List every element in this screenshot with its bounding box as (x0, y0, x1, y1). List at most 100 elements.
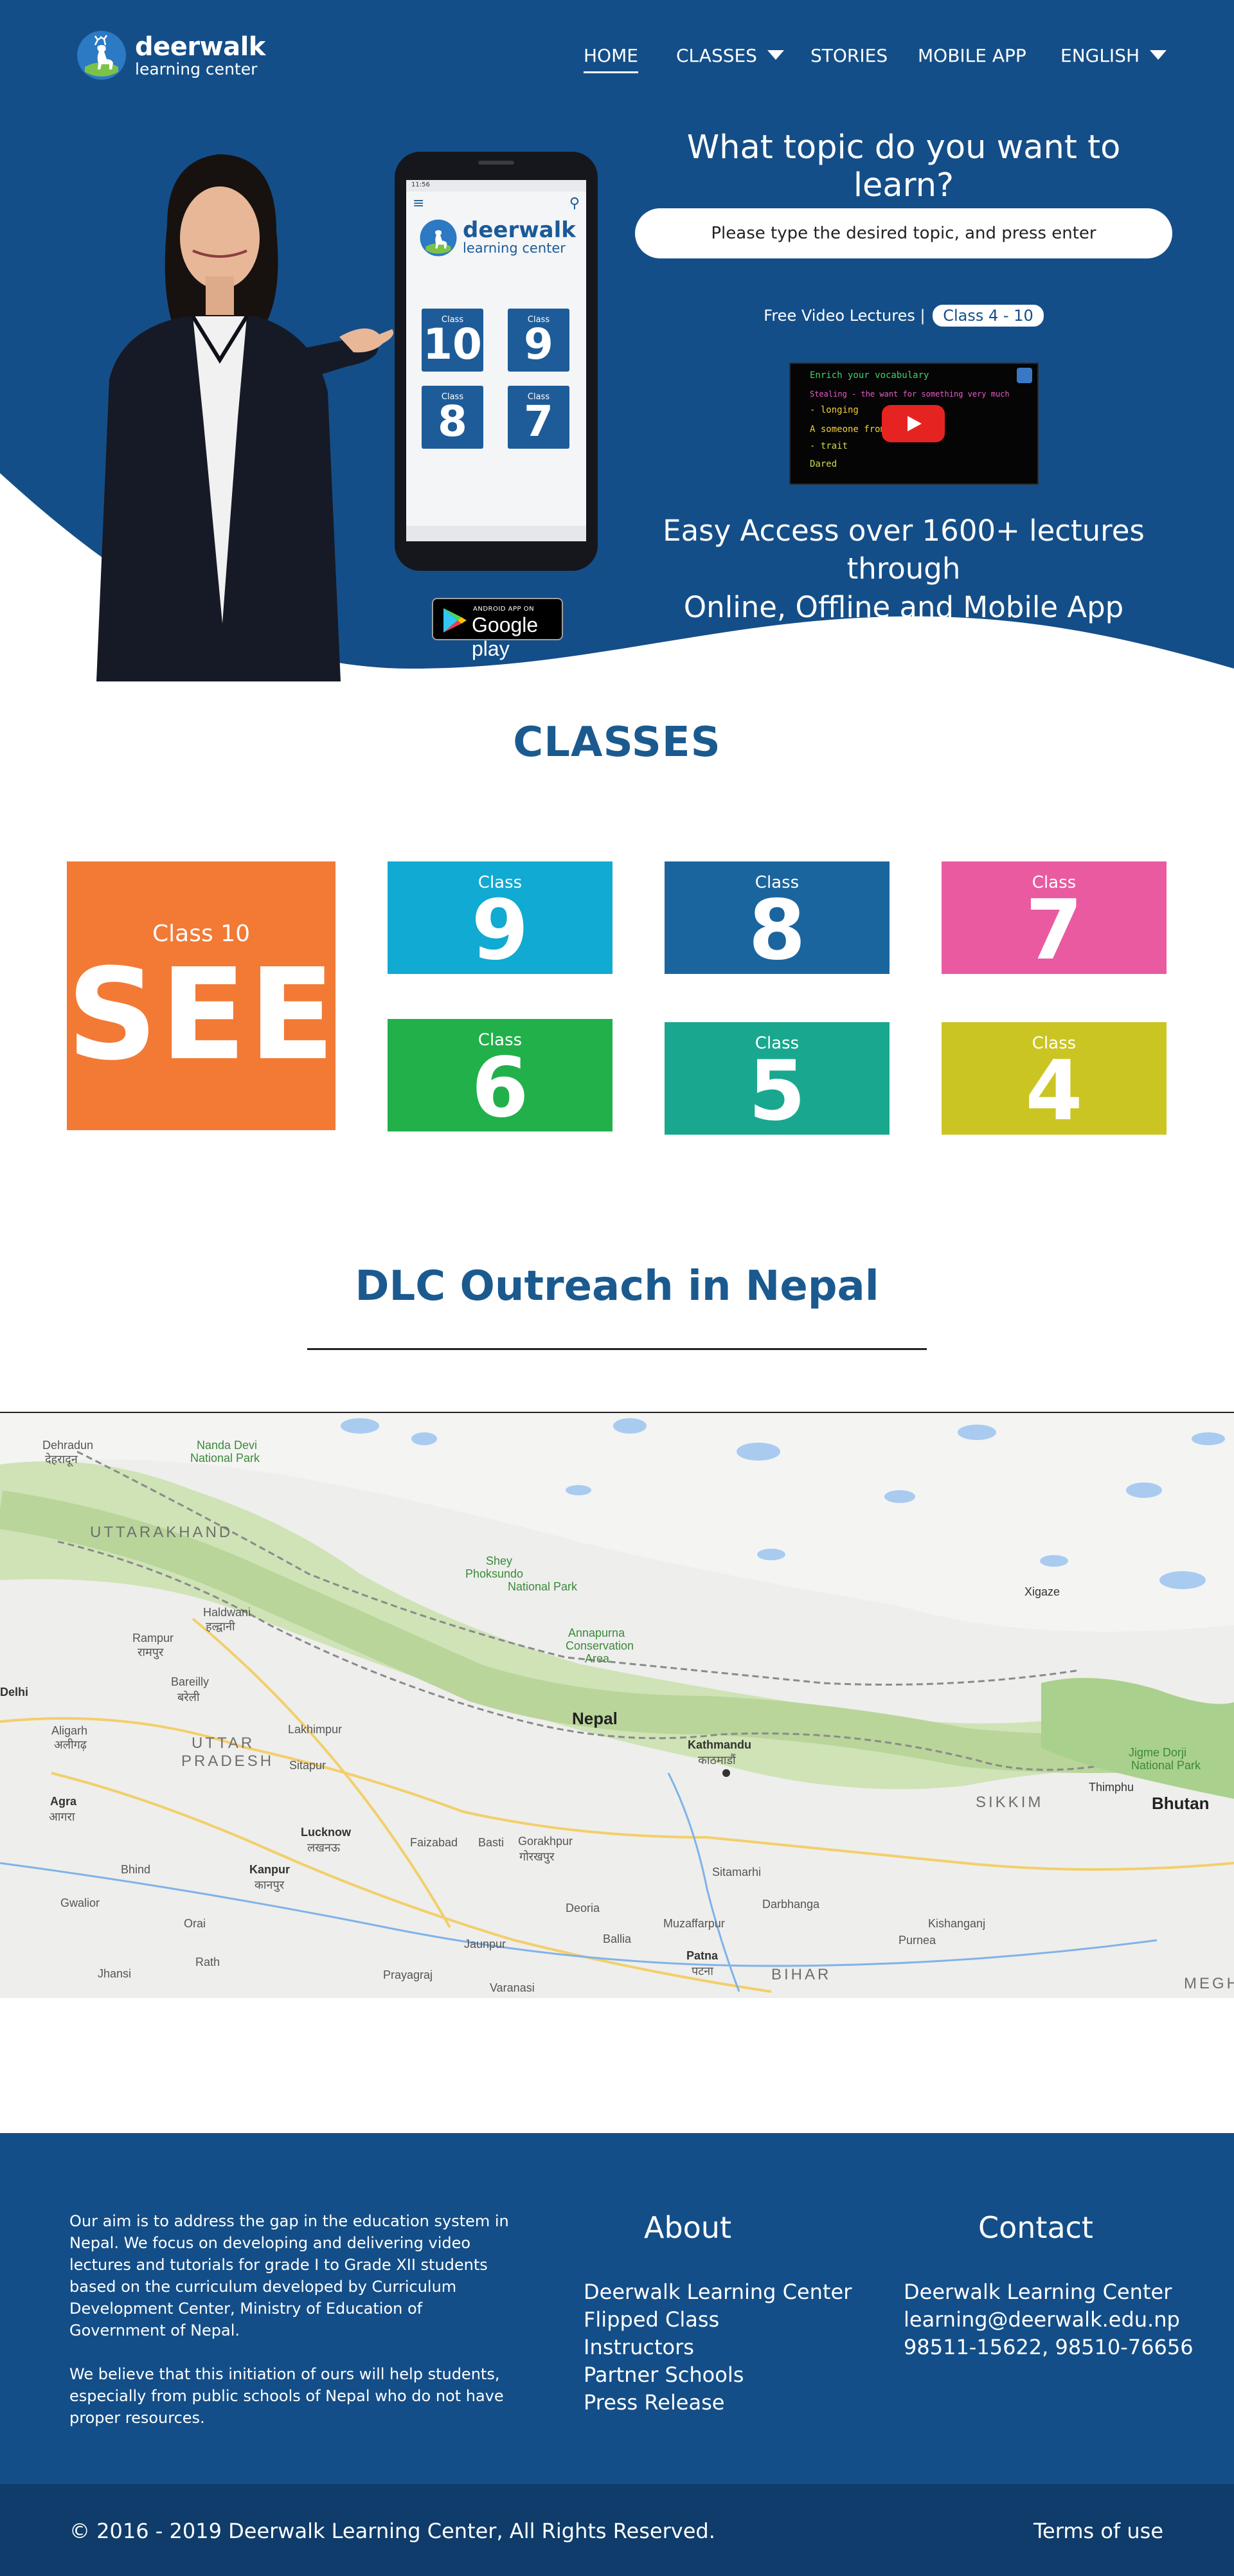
map-label-bihar: BIHAR (771, 1966, 832, 1983)
map-label-bareilly-native: बरेली (177, 1691, 200, 1704)
map-label-annapurna-conservation: Conservation (566, 1639, 634, 1652)
class-tile-5[interactable]: Class 5 (665, 1022, 890, 1135)
footer-mission: Our aim is to address the gap in the edu… (69, 2210, 519, 2429)
map-label-ballia: Ballia (603, 1932, 632, 1945)
phone-mockup: 11:56 ≡ ⚲ deerwalk learning center Class… (395, 152, 598, 571)
site-footer: Our aim is to address the gap in the edu… (0, 2133, 1234, 2484)
map-label-muzaffarpur: Muzaffarpur (663, 1917, 725, 1930)
class-tile-see-text: SEE (67, 942, 337, 1088)
map-label-kathmandu-native: काठमाडौं (698, 1754, 736, 1767)
map-label-basti: Basti (478, 1836, 505, 1849)
hero-tagline-line2: Online, Offline and Mobile App (683, 590, 1124, 624)
outreach-map[interactable]: Nepal Kathmandu काठमाडौं Bhutan SIKKIM B… (0, 1412, 1234, 1998)
class-tile-see[interactable]: Class 10 SEE (67, 861, 335, 1130)
hero-tagline: Easy Access over 1600+ lectures through … (635, 512, 1172, 626)
map-label-aligarh-native: अलीगढ़ (54, 1738, 87, 1751)
nav-stories-label: STORIES (810, 45, 888, 66)
map-label-aligarh: Aligarh (51, 1724, 88, 1737)
topic-search-input[interactable] (635, 208, 1172, 258)
footer-contact-details: Deerwalk Learning Center learning@deerwa… (904, 2278, 1194, 2361)
map-label-annapurna: Annapurna (568, 1626, 625, 1639)
hero-section: deerwalk learning center HOME CLASSES ST… (0, 0, 1234, 681)
nav-home[interactable]: HOME (584, 45, 638, 73)
map-label-orai: Orai (184, 1917, 206, 1930)
class-tile-7[interactable]: Class 7 (942, 861, 1167, 974)
google-play-icon (443, 608, 467, 633)
phone-status-bar: 11:56 (406, 180, 586, 192)
map-label-bareilly: Bareilly (171, 1675, 210, 1688)
map-label-uttarakhand: UTTARAKHAND (90, 1524, 233, 1541)
phone-class-tile: Class 8 (422, 386, 483, 449)
footer-link-dlc[interactable]: Deerwalk Learning Center (584, 2278, 852, 2306)
class-tile-8[interactable]: Class 8 (665, 861, 890, 974)
store-badge-name: Google play (472, 613, 539, 660)
class-tile-label: Class 10 (152, 921, 250, 947)
heading-divider (307, 1348, 927, 1350)
map-terrain (0, 1413, 1234, 1998)
nav-stories[interactable]: STORIES (810, 45, 888, 66)
footer-about-links: Deerwalk Learning Center Flipped Class I… (584, 2278, 852, 2417)
map-label-agra: Agra (50, 1795, 77, 1808)
map-label-kishanganj: Kishanganj (928, 1917, 986, 1930)
phone-class-tile: Class 10 (422, 309, 483, 372)
phone-tile-number: 8 (438, 397, 467, 446)
map-label-lucknow: Lucknow (301, 1826, 352, 1839)
map-label-bhind: Bhind (121, 1863, 151, 1876)
video-text-line: Stealing - the want for something very m… (810, 390, 1010, 399)
phone-class-tile: Class 9 (508, 309, 569, 372)
map-label-shey: Shey (486, 1554, 513, 1567)
google-play-badge[interactable]: ANDROID APP ON Google play (432, 598, 563, 660)
class-tile-9[interactable]: Class 9 (388, 861, 613, 974)
store-badge-caption: ANDROID APP ON (473, 606, 535, 613)
phone-tile-number: 10 (423, 320, 482, 369)
contact-email[interactable]: learning@deerwalk.edu.np (904, 2306, 1194, 2334)
class-tile-number: 7 (1025, 883, 1083, 978)
footer-link-instructors[interactable]: Instructors (584, 2334, 852, 2361)
video-text-line: - trait (810, 441, 848, 451)
copyright-bar: © 2016 - 2019 Deerwalk Learning Center, … (0, 2484, 1234, 2576)
footer-link-press-release[interactable]: Press Release (584, 2389, 852, 2417)
class-tile-4[interactable]: Class 4 (942, 1022, 1167, 1135)
nav-mobile-app[interactable]: MOBILE APP (918, 45, 1026, 66)
map-label-lucknow-native: लखनऊ (307, 1841, 341, 1854)
map-label-haldwani: Haldwani (203, 1606, 251, 1619)
deer-logo-icon (420, 219, 457, 257)
youtube-play-icon[interactable] (882, 405, 945, 442)
nav-mobile-app-label: MOBILE APP (918, 45, 1026, 66)
map-label-faizabad: Faizabad (410, 1836, 458, 1849)
class-range-badge[interactable]: Class 4 - 10 (933, 305, 1044, 327)
map-label-agra-native: आगरा (49, 1810, 75, 1823)
map-label-dehradun-native: देहरादून (45, 1453, 78, 1466)
map-label-sitapur: Sitapur (289, 1759, 326, 1772)
map-label-gorakhpur: Gorakhpur (518, 1835, 573, 1848)
copyright-text: © 2016 - 2019 Deerwalk Learning Center, … (69, 2519, 715, 2543)
outreach-heading: DLC Outreach in Nepal (355, 1263, 879, 1310)
map-label-haldwani-native: हल्द्वानी (206, 1620, 235, 1633)
terms-of-use-link[interactable]: Terms of use (1033, 2519, 1163, 2543)
map-label-sikkim: SIKKIM (976, 1794, 1044, 1811)
footer-link-partner-schools[interactable]: Partner Schools (584, 2361, 852, 2389)
map-label-dehradun: Dehradun (42, 1439, 94, 1452)
nav-classes-dropdown[interactable]: CLASSES (676, 45, 784, 66)
map-label-rampur-native: रामपुर (138, 1646, 164, 1659)
footer-about-heading: About (644, 2210, 732, 2245)
footer-link-flipped-class[interactable]: Flipped Class (584, 2306, 852, 2334)
map-label-varanasi: Varanasi (490, 1981, 535, 1994)
nav-language-dropdown[interactable]: ENGLISH (1060, 45, 1167, 66)
main-navigation: HOME CLASSES STORIES MOBILE APP ENGLISH (0, 45, 1234, 73)
map-label-nepal: Nepal (572, 1709, 618, 1728)
video-text-line: Enrich your vocabulary (810, 370, 929, 381)
map-label-nanda-devi-park: National Park (190, 1452, 260, 1464)
map-label-thimphu: Thimphu (1089, 1781, 1134, 1794)
phone-speaker (478, 161, 514, 165)
class-tile-6[interactable]: Class 6 (388, 1019, 613, 1131)
footer-mission-paragraph: Our aim is to address the gap in the edu… (69, 2212, 509, 2339)
phone-screen: 11:56 ≡ ⚲ deerwalk learning center Class… (406, 180, 586, 541)
channel-corner-icon (1017, 368, 1032, 383)
map-label-shey-park: National Park (508, 1580, 578, 1593)
map-label-gwalior: Gwalior (60, 1896, 100, 1909)
phone-class-tile: Class 7 (508, 386, 569, 449)
video-player-thumbnail[interactable]: Enrich your vocabulary Stealing - the wa… (789, 363, 1039, 485)
search-icon: ⚲ (569, 195, 580, 212)
hero-question: What topic do you want to learn? (686, 129, 1121, 204)
